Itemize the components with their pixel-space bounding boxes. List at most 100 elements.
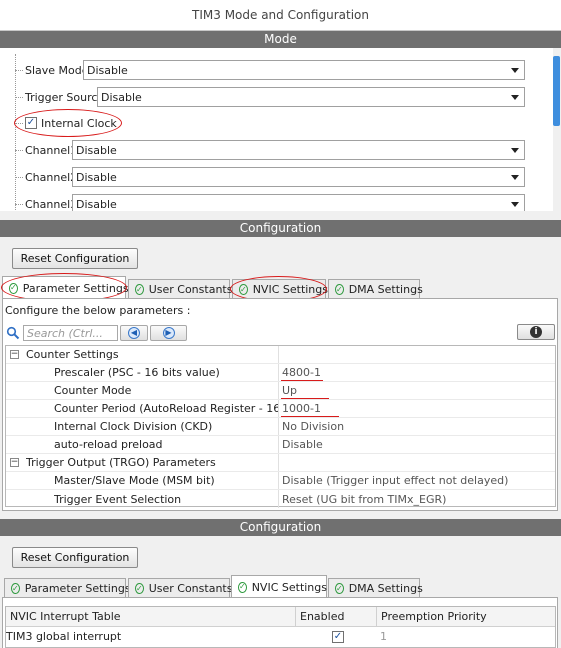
tab-label: NVIC Settings <box>251 580 327 594</box>
reset-configuration-button[interactable]: Reset Configuration <box>12 248 138 269</box>
group-name: Counter Settings <box>26 348 119 361</box>
channel3-label: Channel3 <box>25 197 78 211</box>
preemption-priority[interactable]: 1 <box>380 630 387 643</box>
channel2-row: Channel2 <box>15 166 77 188</box>
param-name: Counter Mode <box>54 384 132 397</box>
chevron-down-icon <box>506 168 524 186</box>
channel2-value: Disable <box>76 170 117 184</box>
search-input[interactable]: Search (Ctrl... <box>23 325 118 341</box>
check-circle-icon: ✓ <box>238 581 247 593</box>
tab-dma-settings[interactable]: ✓ DMA Settings <box>328 279 423 299</box>
param-name: auto-reload preload <box>54 438 163 451</box>
param-value[interactable]: No Division <box>282 420 344 433</box>
config-section-header-2: Configuration <box>0 519 561 536</box>
channel1-row: Channel1 <box>15 139 77 161</box>
info-button[interactable]: i <box>517 324 555 340</box>
channel1-value: Disable <box>76 143 117 157</box>
channel3-value: Disable <box>76 197 117 211</box>
tab-label: DMA Settings <box>348 283 423 296</box>
check-circle-icon: ✓ <box>135 284 144 295</box>
check-circle-icon: ✓ <box>335 583 344 594</box>
chevron-down-icon <box>506 61 524 79</box>
table-row[interactable]: auto-reload preload Disable <box>6 436 555 454</box>
arrow-left-icon: ◀ <box>128 327 140 339</box>
search-previous-button[interactable]: ◀ <box>120 325 148 341</box>
tab-user-constants[interactable]: ✓ User Constants <box>128 578 233 598</box>
slave-mode-label: Slave Mode <box>25 63 89 77</box>
config-section-header: Configuration <box>0 220 561 237</box>
trigger-source-value: Disable <box>101 90 142 104</box>
group-name: Trigger Output (TRGO) Parameters <box>26 456 216 469</box>
tab-user-constants[interactable]: ✓ User Constants <box>128 279 233 299</box>
channel1-label: Channel1 <box>25 143 78 157</box>
arrow-right-icon: ▶ <box>162 327 175 339</box>
chevron-down-icon <box>506 195 524 211</box>
tab-label: Parameter Settings <box>24 582 131 595</box>
group-row[interactable]: − Counter Settings <box>6 346 555 364</box>
column-header[interactable]: Enabled <box>296 607 377 627</box>
param-value[interactable]: 1000-1 <box>282 402 321 415</box>
mode-section-header: Mode <box>0 31 561 48</box>
search-placeholder: Search (Ctrl... <box>27 326 103 340</box>
trigger-source-select[interactable]: Disable <box>97 87 525 107</box>
interrupt-name: TIM3 global interrupt <box>6 630 122 643</box>
channel1-select[interactable]: Disable <box>72 140 525 160</box>
table-row[interactable]: Master/Slave Mode (MSM bit) Disable (Tri… <box>6 472 555 490</box>
param-name: Trigger Event Selection <box>54 492 182 506</box>
param-name: Counter Period (AutoReload Register - 16… <box>54 402 278 415</box>
slave-mode-row: Slave Mode <box>15 59 89 81</box>
param-value[interactable]: Disable <box>282 438 323 451</box>
parameter-table: − Counter Settings Prescaler (PSC - 16 b… <box>5 345 556 508</box>
info-icon: i <box>530 326 542 338</box>
tab-label: User Constants <box>148 582 233 595</box>
tab-dma-settings[interactable]: ✓ DMA Settings <box>328 578 423 598</box>
channel3-select[interactable]: Disable <box>72 194 525 211</box>
annotation-underline <box>281 398 329 399</box>
slave-mode-value: Disable <box>87 63 128 77</box>
trigger-source-row: Trigger Source <box>15 86 104 108</box>
tab-label: User Constants <box>148 283 233 296</box>
param-name: Internal Clock Division (CKD) <box>54 420 213 433</box>
column-header[interactable]: NVIC Interrupt Table <box>6 607 296 627</box>
check-circle-icon: ✓ <box>11 583 20 594</box>
channel3-row: Channel3 <box>15 193 77 211</box>
annotation-underline <box>281 416 339 417</box>
check-circle-icon: ✓ <box>135 583 144 594</box>
table-row[interactable]: Trigger Event Selection Reset (UG bit fr… <box>6 490 555 508</box>
chevron-down-icon <box>506 88 524 106</box>
table-row[interactable]: TIM3 global interrupt ✓ 1 <box>6 628 555 646</box>
column-header[interactable]: Preemption Priority <box>377 607 555 627</box>
param-name: Prescaler (PSC - 16 bits value) <box>54 366 220 379</box>
enabled-checkbox[interactable]: ✓ <box>332 631 344 643</box>
tab-nvic-settings[interactable]: ✓ NVIC Settings <box>231 575 327 598</box>
window-title: TIM3 Mode and Configuration <box>0 0 561 31</box>
mode-panel: Slave Mode Disable Trigger Source Disabl… <box>0 48 561 211</box>
tab-parameter-settings[interactable]: ✓ Parameter Settings <box>4 578 131 598</box>
search-icon <box>6 326 20 340</box>
table-row[interactable]: Internal Clock Division (CKD) No Divisio… <box>6 418 555 436</box>
collapse-icon[interactable]: − <box>10 458 19 467</box>
channel2-select[interactable]: Disable <box>72 167 525 187</box>
reset-configuration-button[interactable]: Reset Configuration <box>12 547 138 568</box>
param-value[interactable]: Disable (Trigger input effect not delaye… <box>282 474 508 487</box>
check-circle-icon: ✓ <box>335 284 344 295</box>
slave-mode-select[interactable]: Disable <box>83 60 525 80</box>
trigger-source-label: Trigger Source <box>25 90 105 104</box>
tab-label: DMA Settings <box>348 582 423 595</box>
chevron-down-icon <box>506 141 524 159</box>
table-header: NVIC Interrupt Table Enabled Preemption … <box>6 607 555 627</box>
param-value[interactable]: Up <box>282 384 297 397</box>
param-value[interactable]: 4800-1 <box>282 366 321 379</box>
group-row[interactable]: − Trigger Output (TRGO) Parameters <box>6 454 555 472</box>
collapse-icon[interactable]: − <box>10 350 19 359</box>
search-next-button[interactable]: ▶ <box>150 325 187 341</box>
nvic-table: NVIC Interrupt Table Enabled Preemption … <box>5 606 556 648</box>
param-value[interactable]: Reset (UG bit from TIMx_EGR) <box>282 493 446 506</box>
annotation-ellipse <box>14 109 122 137</box>
channel2-label: Channel2 <box>25 170 78 184</box>
annotation-underline <box>281 380 323 381</box>
mode-scrollbar[interactable] <box>553 48 561 211</box>
scrollbar-thumb[interactable] <box>553 56 560 126</box>
param-name: Master/Slave Mode (MSM bit) <box>54 474 215 487</box>
instruction-text: Configure the below parameters : <box>5 304 191 317</box>
